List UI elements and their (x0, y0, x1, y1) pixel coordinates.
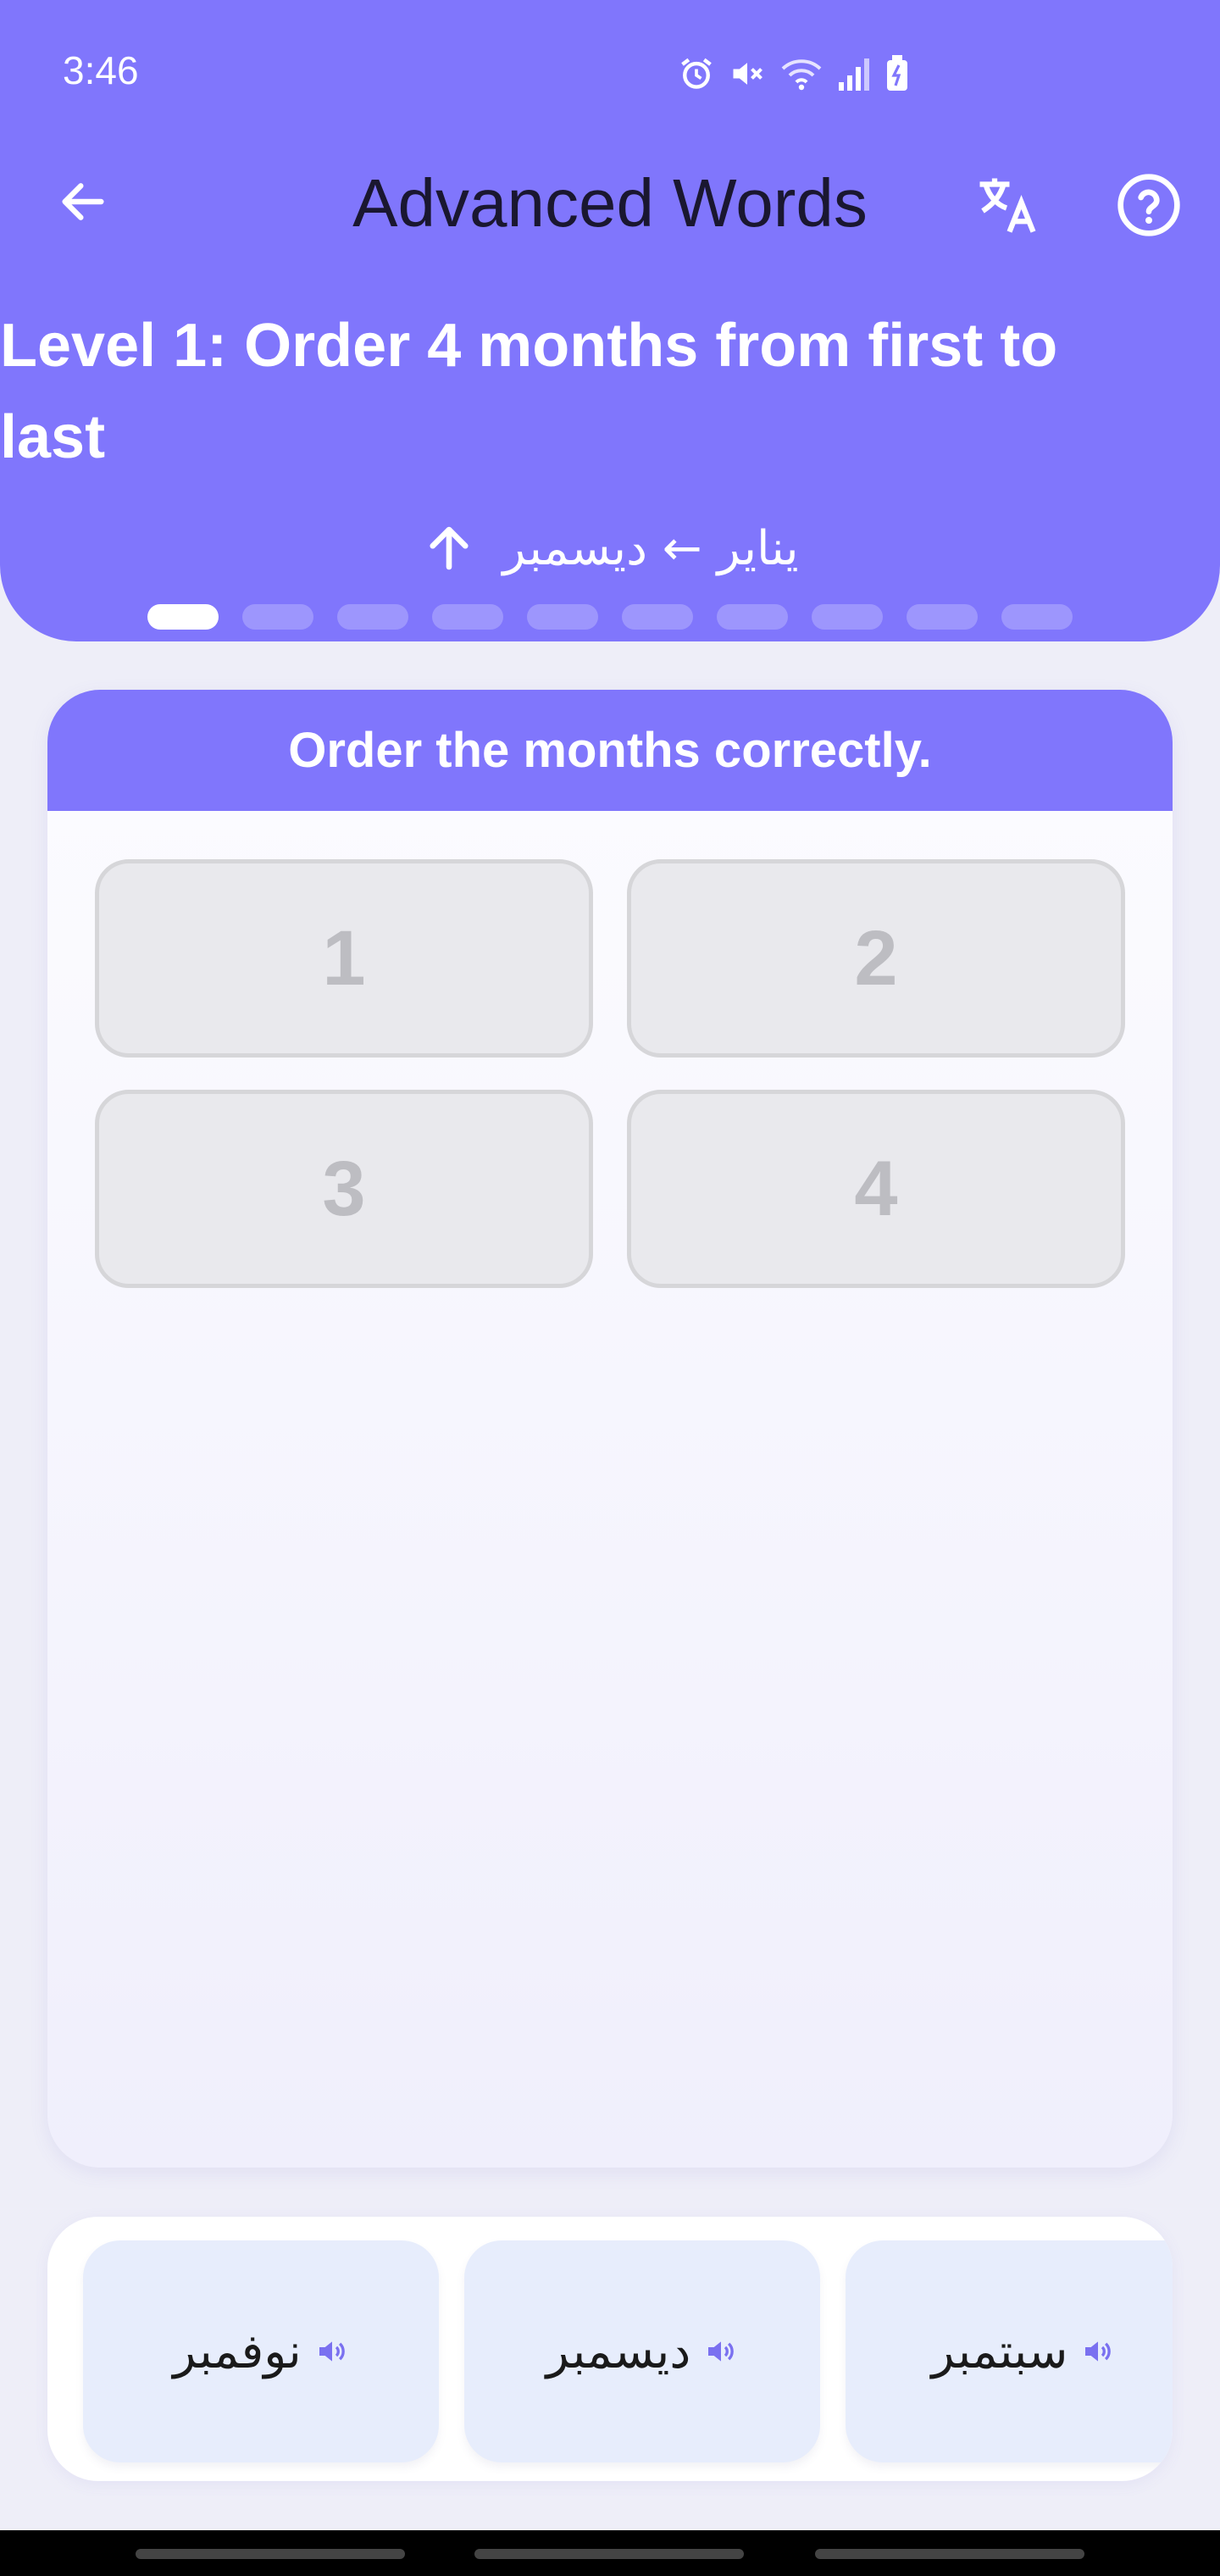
translate-icon (979, 178, 1036, 233)
page-title: Advanced Words (352, 165, 868, 241)
answer-slots: 1 2 3 4 (95, 859, 1125, 1288)
back-button[interactable] (49, 168, 117, 236)
nav-handle[interactable] (474, 2549, 744, 2559)
header-panel: 3:46 Advanced Words Level 1: Order 4 mon… (0, 0, 1220, 641)
option-card[interactable]: ديسمبر (464, 2240, 820, 2462)
speaker-icon[interactable] (315, 2334, 349, 2368)
answer-slot[interactable]: 2 (627, 859, 1125, 1058)
mute-icon (733, 63, 762, 85)
speaker-icon[interactable] (704, 2334, 738, 2368)
help-button[interactable] (1110, 166, 1188, 244)
option-card[interactable]: سبتمبر (846, 2240, 1173, 2462)
progress-step (812, 604, 883, 630)
alarm-icon (681, 58, 712, 89)
option-word: نوفمبر (173, 2323, 302, 2379)
progress-step (622, 604, 693, 630)
progress-step (527, 604, 598, 630)
nav-handle[interactable] (815, 2549, 1084, 2559)
progress-indicator (147, 604, 1073, 630)
translate-button[interactable] (966, 164, 1047, 246)
progress-step-current (147, 604, 219, 630)
progress-step (907, 604, 978, 630)
level-title: Level 1: Order 4 months from first to la… (0, 312, 1058, 471)
option-word: سبتمبر (931, 2323, 1068, 2379)
progress-step (717, 604, 788, 630)
progress-step (1001, 604, 1073, 630)
system-nav-bar (0, 2530, 1220, 2576)
battery-icon (887, 55, 907, 91)
arrow-left-icon (62, 183, 104, 220)
progress-step (337, 604, 408, 630)
progress-step (242, 604, 313, 630)
speaker-icon[interactable] (1081, 2334, 1115, 2368)
status-time: 3:46 (63, 48, 139, 92)
help-circle-icon (1117, 174, 1180, 236)
options-row: نوفمبر ديسمبر سبتمبر (83, 2240, 1173, 2462)
arrow-up-icon (430, 526, 469, 570)
ordering-card: Order the months correctly. 1 2 3 4 (47, 690, 1173, 2168)
card-instruction: Order the months correctly. (47, 690, 1173, 811)
progress-step (432, 604, 503, 630)
option-word: ديسمبر (546, 2323, 691, 2379)
option-card[interactable]: نوفمبر (83, 2240, 439, 2462)
answer-slot[interactable]: 1 (95, 859, 593, 1058)
level-hint: يناير ← ديسمبر (502, 520, 799, 576)
status-icons (678, 53, 910, 95)
status-bar: 3:46 (0, 0, 1220, 144)
signal-icon (839, 58, 869, 91)
hint-row: يناير ← ديسمبر (0, 512, 1220, 585)
answer-slot[interactable]: 4 (627, 1090, 1125, 1288)
answer-slot[interactable]: 3 (95, 1090, 593, 1288)
wifi-icon (781, 59, 822, 91)
options-tray: نوفمبر ديسمبر سبتمبر (47, 2217, 1173, 2481)
nav-handle[interactable] (136, 2549, 405, 2559)
